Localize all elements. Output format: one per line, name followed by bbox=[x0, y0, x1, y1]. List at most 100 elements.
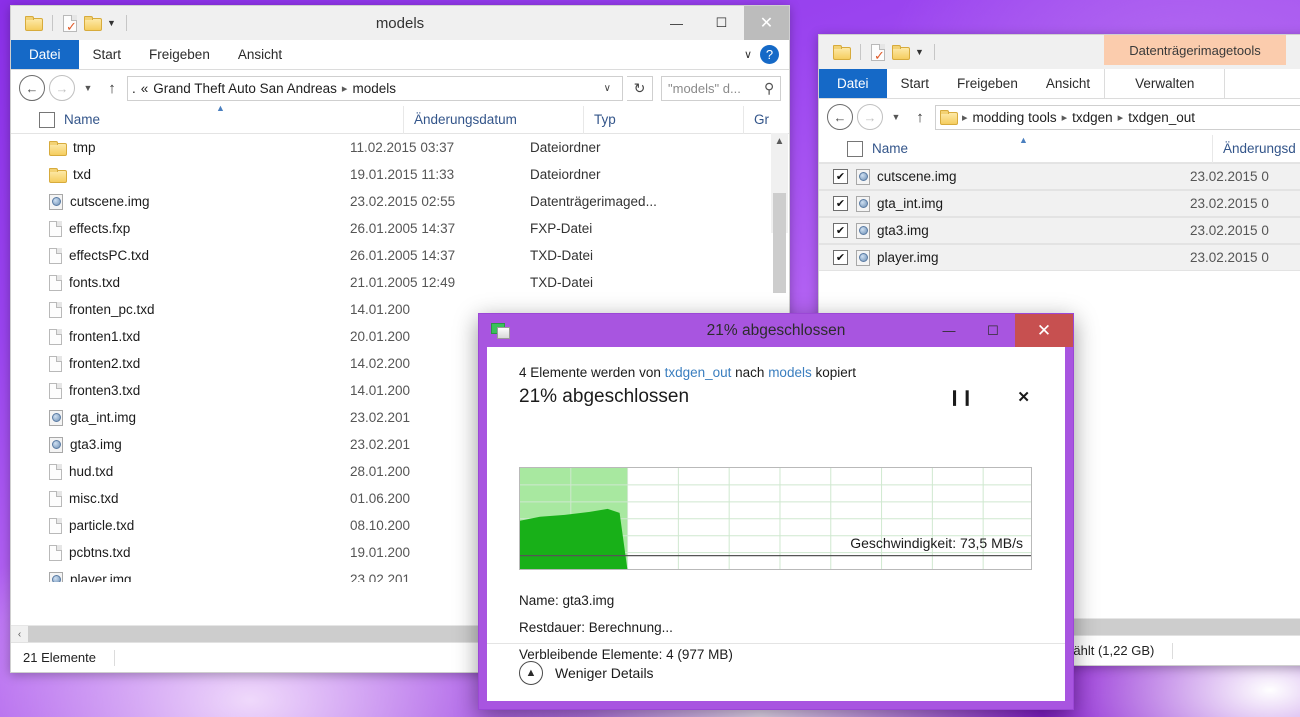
row-checkbox[interactable]: ✔ bbox=[833, 250, 848, 265]
breadcrumb-models[interactable]: . « Grand Theft Auto San Andreas ▸ model… bbox=[127, 75, 623, 101]
tab-freigeben[interactable]: Freigeben bbox=[943, 69, 1032, 98]
breadcrumb-txdgen[interactable]: txdgen bbox=[1072, 110, 1113, 125]
table-row[interactable]: ✔ gta3.img 23.02.2015 0 bbox=[819, 217, 1300, 244]
scroll-up-arrow[interactable]: ▲ bbox=[771, 133, 788, 150]
chevron-up-icon[interactable]: ▲ bbox=[519, 660, 543, 685]
up-button[interactable]: ↑ bbox=[101, 80, 123, 97]
column-name[interactable]: Name bbox=[872, 135, 1212, 163]
row-checkbox[interactable]: ✔ bbox=[833, 169, 848, 184]
cancel-button[interactable]: ✕ bbox=[1017, 388, 1030, 406]
table-row[interactable]: effects.fxp 26.01.2005 14:37 FXP-Datei bbox=[11, 215, 789, 242]
dialog-title-bar: 21% abgeschlossen — ☐ ✕ bbox=[479, 314, 1073, 347]
select-all-checkbox[interactable] bbox=[847, 140, 863, 157]
copy-progress-dialog[interactable]: 21% abgeschlossen — ☐ ✕ 4 Elemente werde… bbox=[478, 313, 1074, 710]
back-button[interactable]: ← bbox=[827, 104, 853, 130]
new-folder-icon[interactable] bbox=[892, 45, 910, 60]
file-date: 21.01.2005 12:49 bbox=[350, 275, 456, 290]
properties-icon[interactable]: ✓ bbox=[63, 14, 78, 33]
back-button[interactable]: ← bbox=[19, 75, 45, 101]
source-folder-link[interactable]: txdgen_out bbox=[665, 365, 732, 380]
tab-datei[interactable]: Datei bbox=[819, 69, 887, 98]
help-icon[interactable]: ? bbox=[760, 45, 779, 64]
file-type: TXD-Datei bbox=[530, 275, 594, 290]
vertical-scrollbar-models[interactable]: ▲ bbox=[771, 133, 788, 293]
status-divider bbox=[114, 649, 115, 666]
breadcrumb-sep: ▸ bbox=[341, 82, 348, 95]
table-row[interactable]: txd 19.01.2015 11:33 Dateiordner bbox=[11, 161, 789, 188]
new-folder-icon[interactable] bbox=[84, 16, 102, 31]
file-date: 23.02.2015 02:55 bbox=[350, 194, 456, 209]
search-icon[interactable]: ⚲ bbox=[764, 80, 774, 97]
table-row[interactable]: fonts.txd 21.01.2005 12:49 TXD-Datei bbox=[11, 269, 789, 296]
percent-text: 21% abgeschlossen bbox=[519, 386, 690, 407]
breadcrumb-txdgen[interactable]: ▸ modding tools ▸ txdgen ▸ txdgen_out bbox=[935, 104, 1300, 130]
row-checkbox[interactable]: ✔ bbox=[833, 223, 848, 238]
refresh-button[interactable]: ↻ bbox=[627, 75, 653, 101]
dialog-footer: ▲ Weniger Details bbox=[487, 643, 1065, 701]
column-type[interactable]: Typ bbox=[583, 105, 743, 134]
breadcrumb-models[interactable]: models bbox=[352, 81, 396, 96]
breadcrumb-dropdown-icon[interactable]: ∨ bbox=[597, 83, 618, 94]
column-date[interactable]: Änderungsdatum bbox=[403, 105, 583, 134]
tab-ansicht[interactable]: Ansicht bbox=[224, 40, 296, 69]
file-name: gta3.img bbox=[70, 437, 122, 452]
properties-icon[interactable]: ✓ bbox=[871, 43, 886, 62]
maximize-button[interactable]: ☐ bbox=[971, 314, 1015, 347]
row-checkbox[interactable]: ✔ bbox=[833, 196, 848, 211]
forward-button[interactable]: → bbox=[49, 75, 75, 101]
tab-start[interactable]: Start bbox=[79, 40, 136, 69]
recent-locations-icon[interactable]: ▼ bbox=[887, 112, 905, 122]
recent-locations-icon[interactable]: ▼ bbox=[79, 83, 97, 93]
file-name: fonts.txd bbox=[69, 275, 121, 290]
toolbar-divider bbox=[860, 44, 861, 60]
transfer-speed-graph: Geschwindigkeit: 73,5 MB/s bbox=[519, 467, 1032, 570]
select-all-checkbox[interactable] bbox=[39, 111, 55, 128]
file-icon bbox=[49, 517, 62, 534]
table-row[interactable]: tmp 11.02.2015 03:37 Dateiordner bbox=[11, 134, 789, 161]
close-button[interactable]: ✕ bbox=[1015, 314, 1073, 347]
breadcrumb-txdgen-out[interactable]: txdgen_out bbox=[1128, 110, 1195, 125]
breadcrumb-root[interactable]: . bbox=[132, 81, 136, 96]
table-row[interactable]: ✔ gta_int.img 23.02.2015 0 bbox=[819, 190, 1300, 217]
breadcrumb-gta-sa[interactable]: Grand Theft Auto San Andreas bbox=[153, 81, 337, 96]
tab-start[interactable]: Start bbox=[887, 69, 944, 98]
close-button[interactable]: ✕ bbox=[744, 6, 789, 40]
column-date[interactable]: Änderungsd bbox=[1212, 134, 1300, 163]
folder-icon[interactable] bbox=[25, 16, 43, 31]
minimize-button[interactable]: — bbox=[654, 6, 699, 40]
tab-datei[interactable]: Datei bbox=[11, 40, 79, 69]
tab-verwalten[interactable]: Verwalten bbox=[1105, 69, 1224, 98]
file-name: txd bbox=[73, 167, 92, 182]
file-icon bbox=[49, 382, 62, 399]
collapse-ribbon-icon[interactable]: ∨ bbox=[744, 48, 752, 61]
column-name[interactable]: Name bbox=[64, 106, 403, 134]
tab-freigeben[interactable]: Freigeben bbox=[135, 40, 224, 69]
table-row[interactable]: ✔ cutscene.img 23.02.2015 0 bbox=[819, 163, 1300, 190]
table-row[interactable]: cutscene.img 23.02.2015 02:55 Datenträge… bbox=[11, 188, 789, 215]
breadcrumb-overflow[interactable]: « bbox=[141, 81, 149, 96]
scroll-thumb[interactable] bbox=[773, 193, 786, 293]
tab-ansicht[interactable]: Ansicht bbox=[1032, 69, 1104, 98]
up-button[interactable]: ↑ bbox=[909, 109, 931, 126]
minimize-button[interactable]: — bbox=[927, 314, 971, 347]
graph-svg bbox=[520, 468, 1031, 569]
file-name: tmp bbox=[73, 140, 96, 155]
forward-button[interactable]: → bbox=[857, 104, 883, 130]
column-headers-models: ▲ Name Änderungsdatum Typ Gr bbox=[11, 103, 789, 134]
scroll-left-arrow[interactable]: ‹ bbox=[11, 629, 28, 640]
search-input[interactable]: "models" d... ⚲ bbox=[661, 75, 781, 101]
folder-icon[interactable] bbox=[833, 45, 851, 60]
file-name: gta_int.img bbox=[70, 410, 137, 425]
maximize-button[interactable]: ☐ bbox=[699, 6, 744, 40]
breadcrumb-modding-tools[interactable]: modding tools bbox=[973, 110, 1057, 125]
target-folder-link[interactable]: models bbox=[768, 365, 812, 380]
pause-button[interactable]: ❙❙ bbox=[948, 388, 973, 406]
column-size[interactable]: Gr bbox=[743, 105, 789, 134]
file-type: FXP-Datei bbox=[530, 221, 593, 236]
table-row[interactable]: effectsPC.txd 26.01.2005 14:37 TXD-Datei bbox=[11, 242, 789, 269]
less-details-label[interactable]: Weniger Details bbox=[555, 665, 654, 681]
dropdown-icon[interactable]: ▼ bbox=[107, 18, 116, 28]
dropdown-icon[interactable]: ▼ bbox=[915, 47, 924, 57]
table-row[interactable]: ✔ player.img 23.02.2015 0 bbox=[819, 244, 1300, 271]
status-text: 21 Elemente bbox=[23, 650, 96, 665]
